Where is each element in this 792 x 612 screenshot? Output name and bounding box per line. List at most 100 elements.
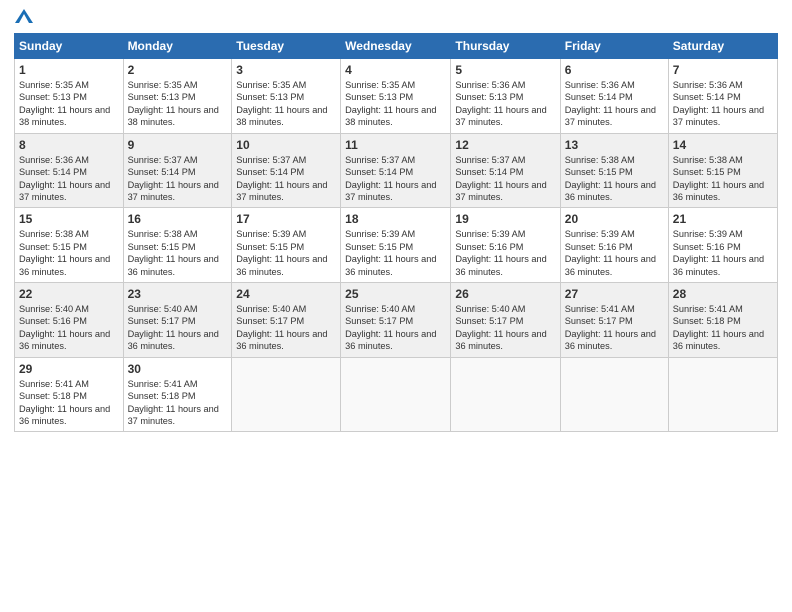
- calendar-cell: 12 Sunrise: 5:37 AMSunset: 5:14 PMDayligh…: [451, 133, 560, 208]
- day-number: 27: [565, 287, 664, 301]
- calendar-cell: 26Sunrise: 5:40 AMSunset: 5:17 PMDayligh…: [451, 283, 560, 358]
- header: [14, 10, 778, 25]
- page-container: SundayMondayTuesdayWednesdayThursdayFrid…: [0, 0, 792, 442]
- cell-content: Sunrise: 5:36 AMSunset: 5:14 PMDaylight:…: [565, 79, 664, 129]
- calendar-cell: 20 Sunrise: 5:39 AMSunset: 5:16 PMDayligh…: [560, 208, 668, 283]
- cell-content: Sunrise: 5:40 AMSunset: 5:17 PMDaylight:…: [345, 303, 446, 353]
- cell-content: Sunrise: 5:40 AMSunset: 5:17 PMDaylight:…: [128, 303, 228, 353]
- calendar-cell: [560, 357, 668, 432]
- calendar-cell: [232, 357, 341, 432]
- day-number: 7: [673, 63, 773, 77]
- calendar-cell: 2 Sunrise: 5:35 AMSunset: 5:13 PMDaylight…: [123, 59, 232, 134]
- cell-content: Sunrise: 5:35 AMSunset: 5:13 PMDaylight:…: [345, 79, 446, 129]
- calendar-week-row: 22 Sunrise: 5:40 AMSunset: 5:16 PMDayligh…: [15, 283, 778, 358]
- cell-content: Sunrise: 5:35 AMSunset: 5:13 PMDaylight:…: [19, 79, 119, 129]
- calendar-header-saturday: Saturday: [668, 34, 777, 59]
- calendar-cell: [668, 357, 777, 432]
- day-number: 15: [19, 212, 119, 226]
- logo: [14, 10, 33, 25]
- calendar-header-wednesday: Wednesday: [341, 34, 451, 59]
- calendar-cell: 23 Sunrise: 5:40 AMSunset: 5:17 PMDayligh…: [123, 283, 232, 358]
- calendar-cell: 15 Sunrise: 5:38 AMSunset: 5:15 PMDayligh…: [15, 208, 124, 283]
- day-number: 9: [128, 138, 228, 152]
- calendar-cell: 28Sunrise: 5:41 AMSunset: 5:18 PMDayligh…: [668, 283, 777, 358]
- day-number: 8: [19, 138, 119, 152]
- day-number: 16: [128, 212, 228, 226]
- calendar-table: SundayMondayTuesdayWednesdayThursdayFrid…: [14, 33, 778, 432]
- calendar-week-row: 29 Sunrise: 5:41 AMSunset: 5:18 PMDayligh…: [15, 357, 778, 432]
- day-number: 10: [236, 138, 336, 152]
- day-number: 2: [128, 63, 228, 77]
- cell-content: Sunrise: 5:40 AMSunset: 5:17 PMDaylight:…: [455, 303, 555, 353]
- day-number: 19: [455, 212, 555, 226]
- day-number: 25: [345, 287, 446, 301]
- cell-content: Sunrise: 5:37 AMSunset: 5:14 PMDaylight:…: [236, 154, 336, 204]
- calendar-week-row: 8 Sunrise: 5:36 AMSunset: 5:14 PMDaylight…: [15, 133, 778, 208]
- calendar-cell: [451, 357, 560, 432]
- calendar-cell: 18 Sunrise: 5:39 AMSunset: 5:15 PMDayligh…: [341, 208, 451, 283]
- calendar-week-row: 15 Sunrise: 5:38 AMSunset: 5:15 PMDayligh…: [15, 208, 778, 283]
- cell-content: Sunrise: 5:38 AMSunset: 5:15 PMDaylight:…: [128, 228, 228, 278]
- calendar-cell: 7 Sunrise: 5:36 AMSunset: 5:14 PMDaylight…: [668, 59, 777, 134]
- calendar-header-sunday: Sunday: [15, 34, 124, 59]
- calendar-cell: 17 Sunrise: 5:39 AMSunset: 5:15 PMDayligh…: [232, 208, 341, 283]
- cell-content: Sunrise: 5:37 AMSunset: 5:14 PMDaylight:…: [455, 154, 555, 204]
- cell-content: Sunrise: 5:36 AMSunset: 5:13 PMDaylight:…: [455, 79, 555, 129]
- day-number: 22: [19, 287, 119, 301]
- calendar-cell: 21Sunrise: 5:39 AMSunset: 5:16 PMDayligh…: [668, 208, 777, 283]
- day-number: 6: [565, 63, 664, 77]
- day-number: 12: [455, 138, 555, 152]
- calendar-cell: 19 Sunrise: 5:39 AMSunset: 5:16 PMDayligh…: [451, 208, 560, 283]
- day-number: 17: [236, 212, 336, 226]
- cell-content: Sunrise: 5:39 AMSunset: 5:15 PMDaylight:…: [345, 228, 446, 278]
- cell-content: Sunrise: 5:40 AMSunset: 5:17 PMDaylight:…: [236, 303, 336, 353]
- cell-content: Sunrise: 5:40 AMSunset: 5:16 PMDaylight:…: [19, 303, 119, 353]
- cell-content: Sunrise: 5:36 AMSunset: 5:14 PMDaylight:…: [673, 79, 773, 129]
- day-number: 3: [236, 63, 336, 77]
- calendar-cell: 11 Sunrise: 5:37 AMSunset: 5:14 PMDayligh…: [341, 133, 451, 208]
- day-number: 13: [565, 138, 664, 152]
- cell-content: Sunrise: 5:37 AMSunset: 5:14 PMDaylight:…: [345, 154, 446, 204]
- calendar-cell: 9 Sunrise: 5:37 AMSunset: 5:14 PMDaylight…: [123, 133, 232, 208]
- day-number: 30: [128, 362, 228, 376]
- cell-content: Sunrise: 5:35 AMSunset: 5:13 PMDaylight:…: [236, 79, 336, 129]
- day-number: 24: [236, 287, 336, 301]
- cell-content: Sunrise: 5:39 AMSunset: 5:15 PMDaylight:…: [236, 228, 336, 278]
- calendar-cell: 16 Sunrise: 5:38 AMSunset: 5:15 PMDayligh…: [123, 208, 232, 283]
- calendar-cell: 10 Sunrise: 5:37 AMSunset: 5:14 PMDayligh…: [232, 133, 341, 208]
- calendar-cell: 27 Sunrise: 5:41 AMSunset: 5:17 PMDayligh…: [560, 283, 668, 358]
- cell-content: Sunrise: 5:41 AMSunset: 5:17 PMDaylight:…: [565, 303, 664, 353]
- cell-content: Sunrise: 5:38 AMSunset: 5:15 PMDaylight:…: [673, 154, 773, 204]
- cell-content: Sunrise: 5:41 AMSunset: 5:18 PMDaylight:…: [19, 378, 119, 428]
- calendar-cell: [341, 357, 451, 432]
- day-number: 18: [345, 212, 446, 226]
- day-number: 29: [19, 362, 119, 376]
- cell-content: Sunrise: 5:37 AMSunset: 5:14 PMDaylight:…: [128, 154, 228, 204]
- cell-content: Sunrise: 5:36 AMSunset: 5:14 PMDaylight:…: [19, 154, 119, 204]
- cell-content: Sunrise: 5:35 AMSunset: 5:13 PMDaylight:…: [128, 79, 228, 129]
- calendar-cell: 25 Sunrise: 5:40 AMSunset: 5:17 PMDayligh…: [341, 283, 451, 358]
- cell-content: Sunrise: 5:39 AMSunset: 5:16 PMDaylight:…: [565, 228, 664, 278]
- cell-content: Sunrise: 5:39 AMSunset: 5:16 PMDaylight:…: [455, 228, 555, 278]
- day-number: 1: [19, 63, 119, 77]
- cell-content: Sunrise: 5:41 AMSunset: 5:18 PMDaylight:…: [128, 378, 228, 428]
- cell-content: Sunrise: 5:39 AMSunset: 5:16 PMDaylight:…: [673, 228, 773, 278]
- logo-icon: [15, 9, 33, 23]
- calendar-cell: 22 Sunrise: 5:40 AMSunset: 5:16 PMDayligh…: [15, 283, 124, 358]
- calendar-header-monday: Monday: [123, 34, 232, 59]
- calendar-cell: 8 Sunrise: 5:36 AMSunset: 5:14 PMDaylight…: [15, 133, 124, 208]
- calendar-cell: 14Sunrise: 5:38 AMSunset: 5:15 PMDayligh…: [668, 133, 777, 208]
- cell-content: Sunrise: 5:41 AMSunset: 5:18 PMDaylight:…: [673, 303, 773, 353]
- cell-content: Sunrise: 5:38 AMSunset: 5:15 PMDaylight:…: [19, 228, 119, 278]
- calendar-cell: 5 Sunrise: 5:36 AMSunset: 5:13 PMDaylight…: [451, 59, 560, 134]
- calendar-cell: 4Sunrise: 5:35 AMSunset: 5:13 PMDaylight…: [341, 59, 451, 134]
- calendar-header-tuesday: Tuesday: [232, 34, 341, 59]
- calendar-week-row: 1 Sunrise: 5:35 AMSunset: 5:13 PMDaylight…: [15, 59, 778, 134]
- calendar-cell: 6 Sunrise: 5:36 AMSunset: 5:14 PMDaylight…: [560, 59, 668, 134]
- day-number: 23: [128, 287, 228, 301]
- day-number: 5: [455, 63, 555, 77]
- day-number: 11: [345, 138, 446, 152]
- calendar-cell: 1 Sunrise: 5:35 AMSunset: 5:13 PMDaylight…: [15, 59, 124, 134]
- calendar-cell: 13Sunrise: 5:38 AMSunset: 5:15 PMDayligh…: [560, 133, 668, 208]
- day-number: 20: [565, 212, 664, 226]
